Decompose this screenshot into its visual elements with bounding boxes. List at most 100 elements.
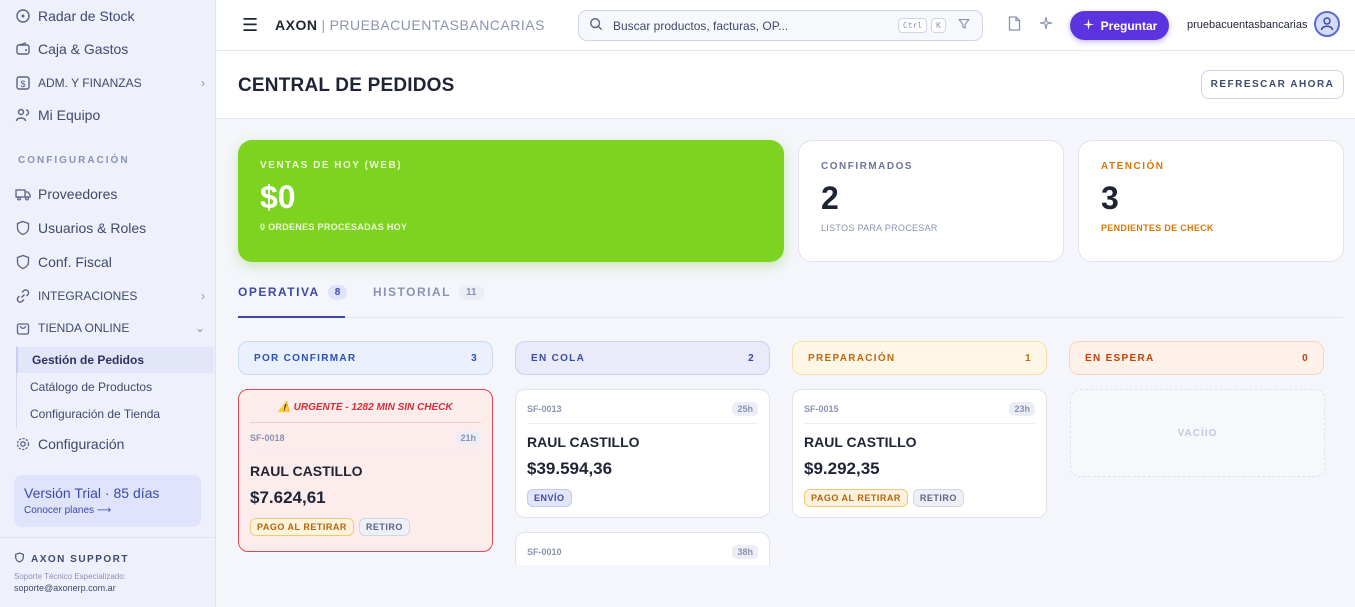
shopping-bag-icon [14,319,32,337]
ask-button[interactable]: Preguntar [1070,11,1169,40]
avatar[interactable] [1314,11,1340,37]
sparkle-icon[interactable] [1039,16,1053,33]
support-email[interactable]: soporte@axonerp.com.ar [14,583,201,593]
order-card-sf-0015[interactable]: SF-0015 23h RAUL CASTILLO $9.292,35 PAGO… [792,389,1047,518]
order-code: SF-0018 [250,433,285,443]
gear-icon [14,435,32,453]
stat-label: ATENCIÓN [1101,161,1165,172]
order-badges: PAGO AL RETIRAR RETIRO [250,518,481,536]
page-header: CENTRAL DE PEDIDOS REFRESCAR AHORA [216,51,1355,119]
urgent-alert: ⚠️ URGENTE - 1282 MIN SIN CHECK [250,402,481,423]
sidebar-item-label: Mi Equipo [38,107,101,123]
order-code: SF-0013 [527,404,562,414]
brand: AXON | PRUEBACUENTASBANCARIAS [275,17,545,33]
stat-card-attention: ATENCIÓN 3 PENDIENTES DE CHECK [1078,140,1344,262]
shield-icon [14,219,32,237]
support-subtitle: Soporte Técnico Especializado: [14,572,126,581]
username[interactable]: pruebacuentasbancarias [1187,19,1307,31]
sidebar: Radar de Stock Caja & Gastos $ ADM. Y FI… [0,0,216,607]
empty-column-placeholder: VACÍIO [1070,389,1325,477]
order-amount: $7.624,61 [250,488,326,507]
column-header-por-confirmar: POR CONFIRMAR 3 [238,341,493,375]
customer-name: RAUL CASTILLO [804,434,917,450]
stat-subtitle: 0 ORDENES PROCESADAS HOY [260,222,408,232]
order-badges: PAGO AL RETIRAR RETIRO [804,489,1035,507]
chevron-down-icon: ⌄ [194,321,205,335]
payment-badge: PAGO AL RETIRAR [804,489,908,507]
support-box: AXON SUPPORT Soporte Técnico Especializa… [0,537,215,607]
order-card-sf-0018[interactable]: ⚠️ URGENTE - 1282 MIN SIN CHECK SF-0018 … [238,389,493,552]
trial-title: Versión Trial · 85 días [24,485,160,501]
sidebar-item-tienda-online[interactable]: TIENDA ONLINE ⌄ [14,316,207,340]
page-title: CENTRAL DE PEDIDOS [238,75,455,96]
sidebar-item-label: INTEGRACIONES [38,289,138,303]
order-amount: $9.292,35 [804,459,880,478]
sidebar-item-configuracion[interactable]: Configuración [14,432,207,456]
ask-button-label: Preguntar [1100,18,1158,33]
column-title: PREPARACIÓN [808,352,896,364]
order-amount: $39.594,36 [527,459,613,478]
card-meta: SF-0010 38h [527,545,758,566]
sidebar-item-usuarios-roles[interactable]: Usuarios & Roles [14,216,207,240]
shortcut-k: K [931,18,946,33]
menu-icon[interactable]: ☰ [242,15,258,36]
tab-operativa[interactable]: OPERATIVA 8 [238,283,348,318]
stat-subtitle: LISTOS PARA PROCESAR [821,223,938,233]
sidebar-item-proveedores[interactable]: Proveedores [14,182,207,206]
dollar-icon: $ [14,74,32,92]
order-badges: ENVÍO [527,489,758,507]
sidebar-subitem-catalogo-productos[interactable]: Catálogo de Productos [16,374,214,400]
card-meta: SF-0015 23h [804,402,1035,424]
order-age-badge: 38h [732,545,758,559]
sidebar-subitem-configuracion-tienda[interactable]: Configuración de Tienda [16,401,214,427]
support-title-text: AXON SUPPORT [31,553,130,565]
wallet-icon [14,40,32,58]
card-meta: SF-0013 25h [527,402,758,424]
bottom-area [216,565,1355,607]
filter-icon[interactable] [957,18,971,33]
truck-icon [14,185,32,203]
sidebar-item-conf-fiscal[interactable]: Conf. Fiscal [14,250,207,274]
order-code: SF-0010 [527,547,562,557]
sidebar-item-integraciones[interactable]: INTEGRACIONES › [14,284,207,308]
order-age-badge: 23h [1009,402,1035,416]
stat-subtitle: PENDIENTES DE CHECK [1101,223,1214,233]
sidebar-item-label: Proveedores [38,186,118,202]
column-count: 3 [471,352,478,364]
radar-icon [14,7,32,25]
sidebar-subitem-gestion-pedidos[interactable]: Gestión de Pedidos [16,347,214,373]
order-code: SF-0015 [804,404,839,414]
tab-historial[interactable]: HISTORIAL 11 [373,283,488,318]
delivery-badge: RETIRO [358,518,410,536]
sidebar-item-caja-gastos[interactable]: Caja & Gastos [14,37,207,61]
customer-name: RAUL CASTILLO [527,434,640,450]
sidebar-item-mi-equipo[interactable]: Mi Equipo [14,103,207,127]
trial-plans-link[interactable]: Conocer planes ⟶ [24,505,191,516]
users-icon [14,106,32,124]
order-card-sf-0013[interactable]: SF-0013 25h RAUL CASTILLO $39.594,36 ENV… [515,389,770,518]
shield-icon [14,552,25,566]
column-header-en-cola: EN COLA 2 [515,341,770,375]
refresh-button[interactable]: REFRESCAR AHORA [1201,70,1344,99]
sidebar-item-adm-finanzas[interactable]: $ ADM. Y FINANZAS › [14,71,207,95]
column-header-preparacion: PREPARACIÓN 1 [792,341,1047,375]
tab-label: OPERATIVA [238,285,320,299]
stat-label: VENTAS DE HOY (WEB) [260,160,403,171]
section-label-configuracion: CONFIGURACIÓN [18,155,130,166]
document-icon[interactable] [1008,16,1021,34]
customer-name: RAUL CASTILLO [250,463,363,479]
column-header-en-espera: EN ESPERA 0 [1069,341,1324,375]
card-meta: SF-0018 21h [250,431,481,453]
search-bar[interactable]: Buscar productos, facturas, OP... Ctrl K [578,10,983,41]
sidebar-item-radar-de-stock[interactable]: Radar de Stock [14,4,207,28]
chevron-right-icon: › [201,289,205,303]
payment-badge: PAGO AL RETIRAR [250,518,354,536]
stat-card-sales: VENTAS DE HOY (WEB) $0 0 ORDENES PROCESA… [238,140,784,262]
sidebar-item-label: ADM. Y FINANZAS [38,76,142,90]
stat-value: $0 [260,179,296,215]
order-age-badge: 25h [732,402,758,416]
stat-value: 3 [1101,180,1119,216]
column-title: POR CONFIRMAR [254,352,357,364]
search-input[interactable]: Buscar productos, facturas, OP... [613,19,898,33]
sidebar-item-label: Configuración [38,436,125,452]
